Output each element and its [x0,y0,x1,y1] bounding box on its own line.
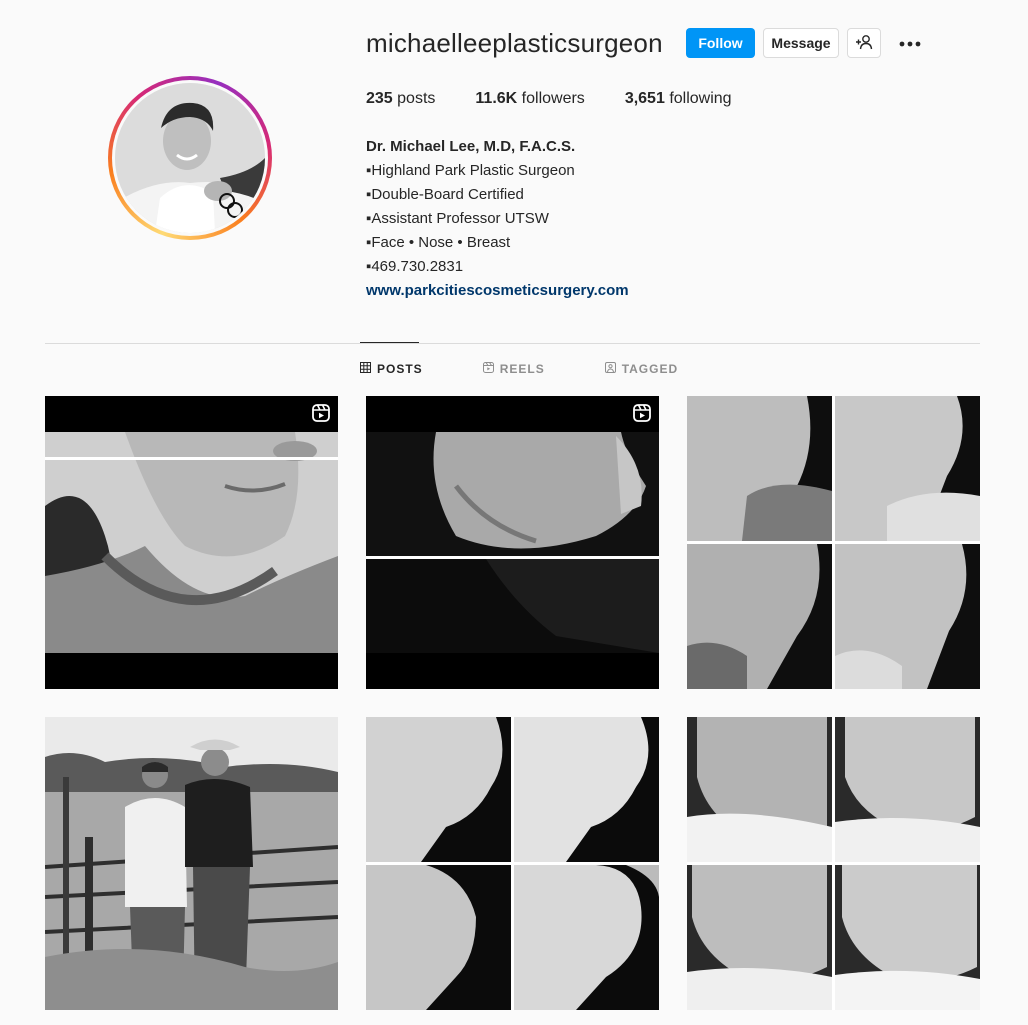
bio-line: ▪Highland Park Plastic Surgeon [366,162,575,179]
profile-avatar[interactable] [108,76,272,240]
tabs-divider [45,343,980,344]
tab-posts[interactable]: POSTS [360,362,423,376]
reel-icon [633,404,651,427]
followers-label: followers [521,90,585,107]
bio-line: ▪Double-Board Certified [366,186,524,203]
message-button[interactable]: Message [763,28,839,58]
post-tile[interactable] [45,396,338,689]
bio-website-link[interactable]: www.parkcitiescosmeticsurgery.com [366,279,629,303]
post-tile[interactable] [687,396,980,689]
posts-stat: 235 posts [366,90,435,108]
profile-tabs: POSTS REELS TAGGED [360,362,738,376]
profile-stats: 235 posts 11.6K followers 3,651 followin… [366,90,732,108]
tab-label: TAGGED [621,362,679,376]
tagged-icon [604,362,616,376]
post-tile[interactable] [45,717,338,1010]
following-count: 3,651 [624,90,665,107]
tab-reels[interactable]: REELS [482,362,545,376]
more-options-button[interactable] [895,30,925,56]
posts-count: 235 [366,90,393,107]
tab-tagged[interactable]: TAGGED [604,362,679,376]
reel-icon [312,404,330,427]
profile-username: michaelleeplasticsurgeon [366,28,663,58]
post-tile[interactable] [687,717,980,1010]
grid-icon [360,362,371,376]
bio-line: ▪Assistant Professor UTSW [366,210,549,227]
tab-label: REELS [499,362,545,376]
suggest-users-button[interactable] [847,28,881,58]
tab-label: POSTS [377,362,423,376]
profile-bio: Dr. Michael Lee, M.D, F.A.C.S. ▪Highland… [366,135,629,303]
following-label: following [669,90,732,107]
reels-icon [482,362,494,376]
posts-label: posts [397,90,436,107]
followers-stat[interactable]: 11.6K followers [475,90,584,108]
avatar-photo [115,83,265,233]
post-tile[interactable] [366,717,659,1010]
add-user-icon [855,34,873,53]
post-tile[interactable] [366,396,659,689]
following-stat[interactable]: 3,651 following [625,90,732,108]
bio-line: ▪Face • Nose • Breast [366,234,511,251]
bio-name: Dr. Michael Lee, M.D, F.A.C.S. [366,138,576,155]
more-options-icon [899,34,921,52]
followers-count: 11.6K [475,90,518,107]
follow-button[interactable]: Follow [686,28,755,58]
bio-line: ▪469.730.2831 [366,258,464,275]
active-tab-indicator [360,342,419,343]
